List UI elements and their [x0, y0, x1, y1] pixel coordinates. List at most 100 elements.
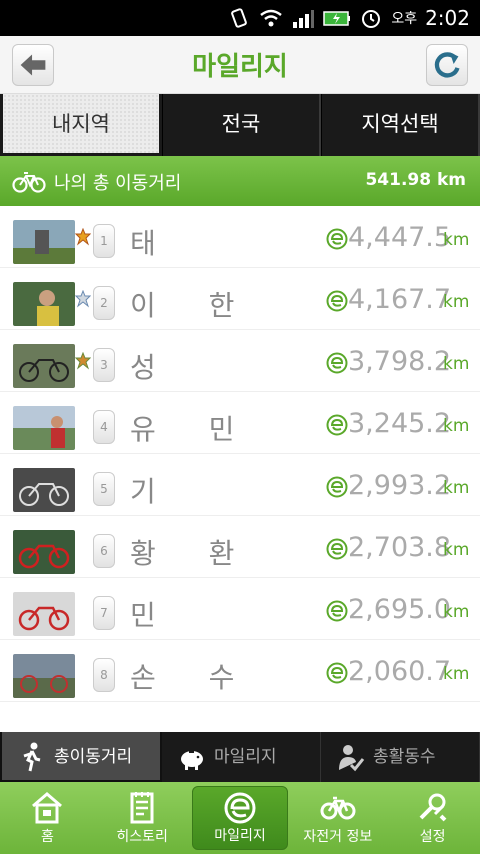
- history-icon: [130, 792, 154, 824]
- status-time: 2:02: [425, 6, 470, 30]
- distance-value: 4,447.5: [348, 222, 452, 253]
- battery-icon: [323, 11, 351, 26]
- tab-mileage[interactable]: 마일리지: [162, 732, 321, 782]
- nav-history[interactable]: 히스토리: [95, 782, 190, 854]
- page-title: 마일리지: [192, 52, 288, 82]
- distance-value: 4,167.7: [348, 284, 452, 315]
- refresh-button[interactable]: [426, 44, 468, 86]
- sort-tab-label: 총이동거리: [54, 747, 133, 767]
- walking-person-icon: [23, 742, 41, 772]
- avatar: [13, 468, 75, 512]
- refresh-icon: [434, 52, 460, 78]
- eco-icon: [326, 290, 348, 312]
- nav-home[interactable]: 홈: [0, 782, 95, 854]
- distance-unit: km: [443, 292, 470, 312]
- settings-icon: [419, 793, 446, 822]
- total-distance-bar: 나의 총 이동거리 541.98 km: [0, 156, 480, 206]
- rank-badge: 3: [93, 348, 115, 382]
- rank-badge: 6: [93, 534, 115, 568]
- rank-badge: 2: [93, 286, 115, 320]
- total-distance-value: 541.98 km: [365, 170, 466, 190]
- rank-badge: 4: [93, 410, 115, 444]
- avatar: [13, 344, 75, 388]
- nav-settings[interactable]: 설정: [385, 782, 480, 854]
- eco-icon: [326, 662, 348, 684]
- sort-tab-label: 마일리지: [214, 747, 277, 767]
- tab-total-distance[interactable]: 총이동거리: [0, 732, 162, 782]
- distance-unit: km: [443, 416, 470, 436]
- user-name: 기: [130, 475, 178, 508]
- nav-mileage[interactable]: 마일리지: [191, 786, 289, 850]
- distance-unit: km: [443, 664, 470, 684]
- distance-unit: km: [443, 230, 470, 250]
- avatar: [13, 592, 75, 636]
- avatar: [13, 406, 75, 450]
- distance-unit: km: [443, 540, 470, 560]
- vibrate-icon: [231, 8, 248, 28]
- bicycle-icon: [320, 796, 356, 820]
- eco-icon: [326, 228, 348, 250]
- user-name: 태: [130, 227, 178, 260]
- user-name: 이 한: [130, 289, 257, 322]
- bottom-nav: 홈 히스토리 마일리지 자전거 정보 설정: [0, 782, 480, 854]
- user-name: 민: [130, 599, 178, 632]
- avatar: [13, 282, 75, 326]
- eco-icon: [326, 538, 348, 560]
- rank-badge: 7: [93, 596, 115, 630]
- nav-label: 홈: [40, 829, 54, 845]
- avatar: [13, 530, 75, 574]
- distance-value: 2,703.8: [348, 532, 452, 563]
- eco-icon: [326, 600, 348, 622]
- piggy-bank-icon: [181, 751, 203, 770]
- alarm-icon: [362, 10, 381, 28]
- avatar: [13, 220, 75, 264]
- silver-medal-icon: [75, 290, 91, 308]
- user-name: 유 민: [130, 413, 257, 446]
- list-item[interactable]: 6 황 환 2,703.8 km: [0, 516, 480, 578]
- list-item[interactable]: 8 손 수 2,060.7 km: [0, 640, 480, 702]
- avatar: [13, 654, 75, 698]
- eco-icon: [326, 476, 348, 498]
- signal-icon: [293, 10, 315, 28]
- user-name: 손 수: [130, 661, 257, 694]
- distance-value: 3,245.2: [348, 408, 452, 439]
- distance-value: 3,798.2: [348, 346, 452, 377]
- gold-medal-icon: [75, 228, 91, 246]
- list-item[interactable]: 1 태 4,447.5 km: [0, 206, 480, 268]
- sort-tab-label: 총활동수: [373, 747, 436, 767]
- home-icon: [32, 792, 63, 824]
- distance-unit: km: [443, 478, 470, 498]
- rank-badge: 8: [93, 658, 115, 692]
- sort-tabs: 총이동거리 마일리지 총활동수: [0, 732, 480, 782]
- user-name: 황 환: [130, 537, 257, 570]
- status-bar: 오후 2:02: [0, 0, 480, 36]
- list-item[interactable]: 2 이 한 4,167.7 km: [0, 268, 480, 330]
- bicycle-icon: [12, 172, 46, 193]
- distance-value: 2,993.2: [348, 470, 452, 501]
- nav-label: 자전거 정보: [303, 829, 373, 845]
- nav-bicycle-info[interactable]: 자전거 정보: [290, 782, 385, 854]
- list-item[interactable]: 5 기 2,993.2 km: [0, 454, 480, 516]
- nav-label: 설정: [419, 829, 446, 845]
- distance-value: 2,060.7: [348, 656, 452, 687]
- distance-value: 2,695.0: [348, 594, 452, 625]
- list-item[interactable]: 4 유 민 3,245.2 km: [0, 392, 480, 454]
- bronze-medal-icon: [75, 352, 91, 370]
- wifi-icon: [260, 9, 283, 27]
- header: 마일리지: [0, 36, 480, 94]
- ranking-list[interactable]: 1 태 4,447.5 km 2 이 한 4,167.7 km 3 성 3,79…: [0, 206, 480, 732]
- list-item[interactable]: 7 민 2,695.0 km: [0, 578, 480, 640]
- nav-label: 히스토리: [116, 829, 168, 845]
- region-tabs: 내지역 전국 지역선택: [0, 94, 480, 156]
- tab-activity-count[interactable]: 총활동수: [321, 732, 480, 782]
- rank-badge: 1: [93, 224, 115, 258]
- list-item[interactable]: 3 성 3,798.2 km: [0, 330, 480, 392]
- nav-label: 마일리지: [214, 828, 266, 844]
- user-check-icon: [339, 745, 365, 772]
- tab-nationwide[interactable]: 전국: [162, 94, 321, 156]
- tab-region-select[interactable]: 지역선택: [321, 94, 480, 156]
- eco-icon: [326, 414, 348, 436]
- tab-my-region[interactable]: 내지역: [0, 94, 162, 156]
- eco-icon: [326, 352, 348, 374]
- total-distance-label: 나의 총 이동거리: [54, 173, 182, 194]
